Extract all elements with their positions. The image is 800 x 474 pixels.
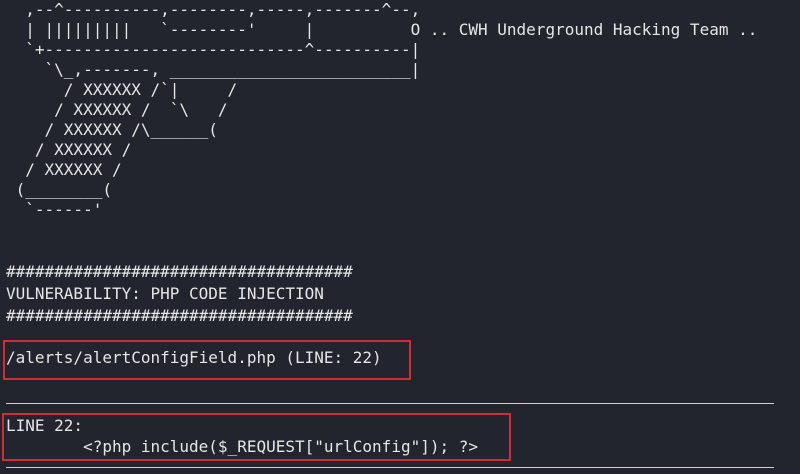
banner-art-line: / XXXXXX /\______( (6, 120, 218, 139)
banner-art-line: / XXXXXX / (6, 140, 132, 159)
banner-art-line: `\_,-------, _________________________| (6, 60, 421, 79)
file-location: /alerts/alertConfigField.php (LINE: 22) (6, 348, 382, 367)
banner-art-line: | ||||||||| `--------' | O .. CWH Underg… (6, 20, 758, 39)
banner-art-line: `------' (6, 200, 103, 219)
php-code-snippet: <?php include($_REQUEST["urlConfig"]); ?… (6, 437, 479, 456)
banner-art-line: `+---------------------------^----------… (6, 40, 421, 59)
hash-separator-top: #################################### (6, 262, 353, 281)
banner-art-line: (________( (6, 180, 112, 199)
banner-art-line: ,--^----------,--------,-----,-------^--… (6, 0, 421, 19)
line-number-label: LINE 22: (6, 416, 84, 435)
vulnerability-title: VULNERABILITY: PHP CODE INJECTION (6, 284, 324, 303)
cwh-banner-ascii-art: ,--^----------,--------,-----,-------^--… (6, 0, 758, 220)
divider-line-bottom (6, 467, 774, 468)
banner-art-line: / XXXXXX / `\ / (6, 100, 228, 119)
divider-line-top (6, 403, 774, 404)
hash-separator-bottom: #################################### (6, 306, 353, 325)
banner-art-line: / XXXXXX /`| / (6, 80, 238, 99)
banner-art-line: / XXXXXX / (6, 160, 122, 179)
terminal-window: ,--^----------,--------,-----,-------^--… (0, 0, 800, 474)
